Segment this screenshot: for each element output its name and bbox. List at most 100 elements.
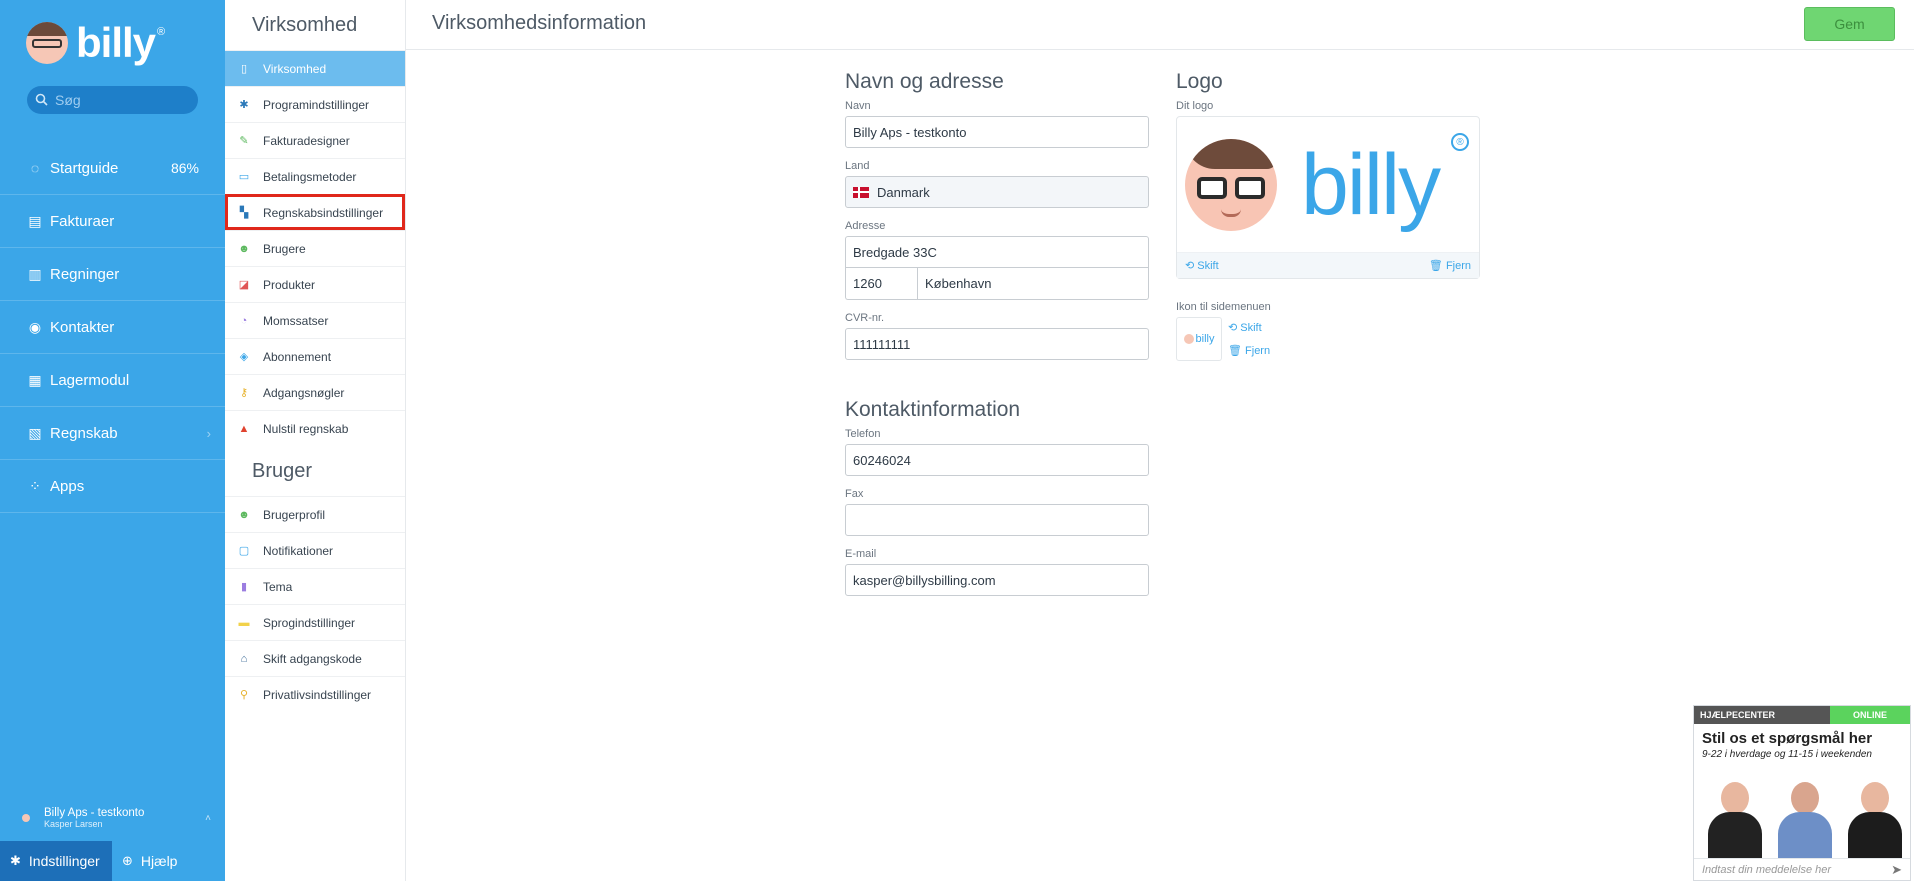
name-field[interactable]: Billy Aps - testkonto: [845, 116, 1149, 148]
city-field[interactable]: København: [917, 268, 1149, 300]
change-logo-link[interactable]: ⟲ Skift: [1185, 259, 1219, 272]
search-input[interactable]: [55, 92, 195, 108]
fax-label: Fax: [845, 488, 864, 500]
cvr-field[interactable]: 111111111: [845, 328, 1149, 360]
email-label: E-mail: [845, 548, 877, 560]
billy-mascot-icon: [26, 22, 68, 64]
page-header: Virksomhedsinformation Gem: [406, 0, 1914, 50]
help-button[interactable]: ⊕ Hjælp: [112, 841, 225, 881]
settings-item-virksomhed[interactable]: ▯ Virksomhed: [225, 50, 405, 86]
nav-item-startguide[interactable]: ◌ Startguide 86%: [0, 142, 225, 195]
settings-item-label: Brugerprofil: [263, 507, 326, 522]
settings-item-adgangsnøgler[interactable]: ⚷ Adgangsnøgler: [225, 374, 405, 410]
app-sidebar: billy ® ◌ Startguide 86% ▤ Fakturaer ▥ Regning…: [0, 0, 225, 881]
settings-item-abonnement[interactable]: ◈ Abonnement: [225, 338, 405, 374]
settings-sidebar: Virksomhed ▯ Virksomhed ✱ Programindstillin…: [225, 0, 406, 881]
nav-item-lagermodul[interactable]: ▦ Lagermodul: [0, 354, 225, 407]
settings-item-label: Abonnement: [263, 349, 332, 364]
org-name: Billy Aps - testkonto: [44, 807, 145, 819]
settings-item-sprogindstillinger[interactable]: ▬ Sprogindstillinger: [225, 604, 405, 640]
help-center-label: HJÆLPECENTER: [1694, 706, 1830, 724]
inventory-icon: ▦: [28, 371, 42, 388]
online-status-badge: ONLINE: [1830, 706, 1910, 724]
nav-item-fakturaer[interactable]: ▤ Fakturaer: [0, 195, 225, 248]
nav-item-label: Startguide: [50, 159, 119, 177]
privacy-icon: ⚲: [239, 688, 249, 701]
nav-item-kontakter[interactable]: ◉ Kontakter: [0, 301, 225, 354]
settings-item-notifikationer[interactable]: ▢ Notifikationer: [225, 532, 405, 568]
send-icon[interactable]: ➤: [1891, 862, 1902, 878]
save-button[interactable]: Gem: [1804, 7, 1895, 41]
street-field[interactable]: Bredgade 33C: [845, 236, 1149, 268]
help-button-label: Hjælp: [140, 853, 178, 869]
nav-item-label: Regnskab: [50, 424, 118, 442]
settings-item-fakturadesigner[interactable]: ✎ Fakturadesigner: [225, 122, 405, 158]
sidebar-icon-label: Ikon til sidemenuen: [1176, 301, 1271, 313]
nav-item-regninger[interactable]: ▥ Regninger: [0, 248, 225, 301]
settings-item-label: Betalingsmetoder: [263, 169, 357, 184]
phone-label: Telefon: [845, 428, 881, 440]
progress-ring-icon: ◌: [30, 160, 40, 176]
settings-item-brugerprofil[interactable]: ☻ Brugerprofil: [225, 496, 405, 532]
gear-icon: ✱: [239, 98, 249, 111]
settings-item-label: Adgangsnøgler: [263, 385, 345, 400]
settings-item-brugere[interactable]: ☻ Brugere: [225, 230, 405, 266]
products-icon: ◪: [238, 278, 250, 291]
settings-item-label: Privatlivsindstillinger: [263, 687, 372, 702]
nav-item-regnskab[interactable]: ▧ Regnskab ›: [0, 407, 225, 460]
progress-percent: 86%: [170, 160, 199, 176]
nav-item-label: Fakturaer: [50, 212, 115, 230]
settings-item-tema[interactable]: ▮ Tema: [225, 568, 405, 604]
nav-item-label: Regninger: [50, 265, 120, 283]
settings-item-betalingsmetoder[interactable]: ▭ Betalingsmetoder: [225, 158, 405, 194]
company-logo-image: billy ®: [1181, 119, 1477, 251]
fax-field[interactable]: [845, 504, 1149, 536]
remove-logo-link[interactable]: 🗑 Fjern: [1429, 259, 1471, 272]
accounting-settings-icon: ▚: [239, 206, 249, 219]
nav-item-label: Apps: [50, 477, 85, 495]
billy-mascot-icon: [1185, 139, 1277, 231]
help-message-input[interactable]: Indtast din meddelelse her ➤: [1694, 858, 1910, 880]
settings-item-label: Regnskabsindstillinger: [263, 205, 384, 220]
company-settings-list: ▯ Virksomhed ✱ Programindstillinger ✎ Faktura…: [225, 50, 405, 446]
country-label: Land: [845, 160, 870, 172]
user-settings-list: ☻ Brugerprofil ▢ Notifikationer ▮ Tema ▬ Sprogi…: [225, 496, 405, 712]
settings-item-privatlivsindstillinger[interactable]: ⚲ Privatlivsindstillinger: [225, 676, 405, 712]
sidebar-icon-word: billy: [1195, 333, 1215, 345]
search-icon: [35, 93, 49, 107]
nav-item-apps[interactable]: ⁘ Apps: [0, 460, 225, 513]
settings-item-regnskabsindstillinger[interactable]: ▚ Regnskabsindstillinger: [225, 194, 405, 230]
help-chat-widget[interactable]: HJÆLPECENTER ONLINE Stil os et spørgsmål…: [1693, 705, 1911, 881]
account-switcher[interactable]: Billy Aps - testkonto Kasper Larsen ˄: [0, 796, 225, 840]
theme-icon: ▮: [240, 580, 248, 593]
remove-sidebar-icon-link[interactable]: 🗑 Fjern: [1228, 340, 1270, 363]
bill-icon: ▥: [28, 265, 42, 282]
settings-item-produkter[interactable]: ◪ Produkter: [225, 266, 405, 302]
payment-icon: ▭: [238, 170, 250, 183]
cvr-label: CVR-nr.: [845, 312, 885, 324]
settings-button-label: Indstillinger: [28, 853, 100, 869]
logo-actions: ⟲ Skift 🗑 Fjern: [1177, 252, 1479, 278]
email-field[interactable]: kasper@billysbilling.com: [845, 564, 1149, 596]
settings-item-nulstil-regnskab[interactable]: ▲ Nulstil regnskab: [225, 410, 405, 446]
settings-item-label: Produkter: [263, 277, 316, 292]
profile-icon: ☻: [238, 508, 250, 521]
settings-item-programindstillinger[interactable]: ✱ Programindstillinger: [225, 86, 405, 122]
apps-icon: ⁘: [29, 477, 41, 494]
settings-item-label: Tema: [263, 579, 293, 594]
settings-button[interactable]: ✱ Indstillinger: [0, 841, 112, 881]
notification-icon: ▢: [238, 544, 250, 557]
change-sidebar-icon-link[interactable]: ⟲ Skift: [1228, 317, 1270, 340]
section-title-company: Virksomhed: [252, 13, 358, 36]
country-select[interactable]: Danmark: [845, 176, 1149, 208]
settings-item-momssatser[interactable]: ◔ Momssatser: [225, 302, 405, 338]
company-form: Navn og adresse Navn Billy Aps - testkon…: [845, 70, 1149, 596]
warning-icon: ▲: [238, 422, 250, 435]
settings-item-skift-adgangskode[interactable]: ⌂ Skift adgangskode: [225, 640, 405, 676]
search-box[interactable]: [27, 86, 198, 114]
zip-field[interactable]: 1260: [845, 268, 917, 300]
brand-logo[interactable]: billy ®: [26, 18, 165, 68]
sidebar-icon-preview: billy: [1176, 317, 1222, 361]
phone-field[interactable]: 60246024: [845, 444, 1149, 476]
help-widget-hours: 9-22 i hverdage og 11-15 i weekenden: [1702, 749, 1872, 760]
